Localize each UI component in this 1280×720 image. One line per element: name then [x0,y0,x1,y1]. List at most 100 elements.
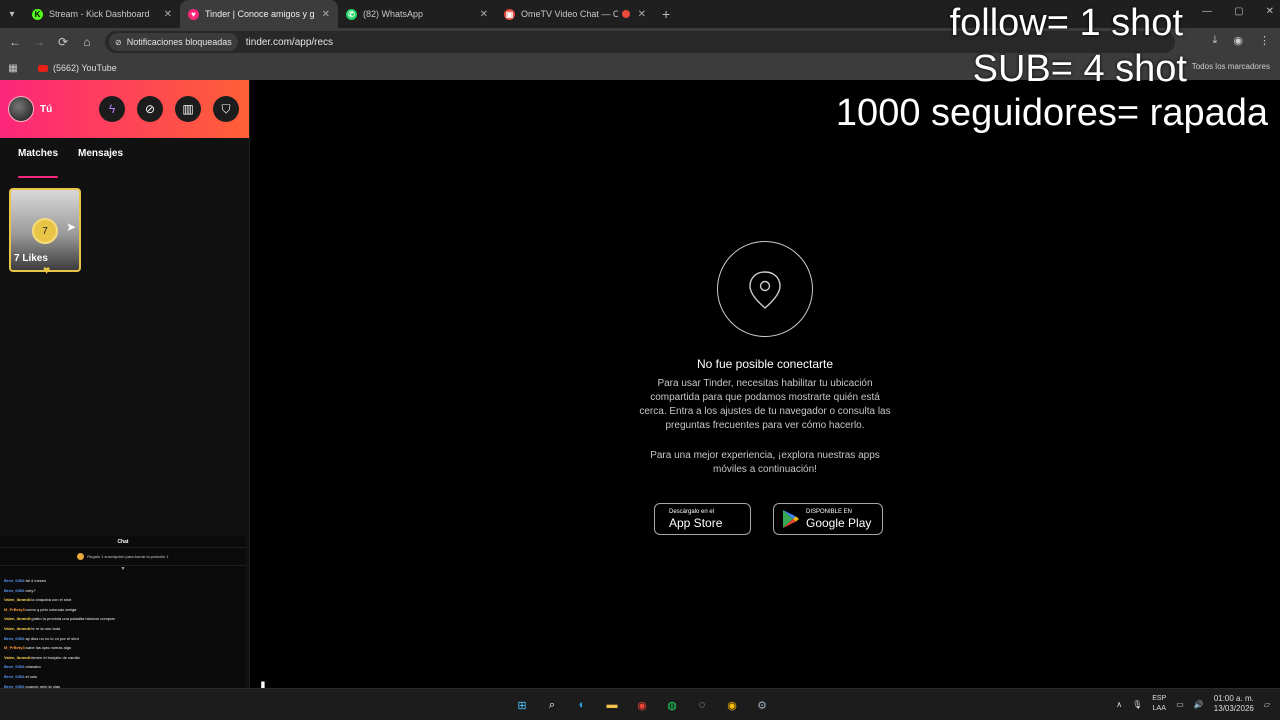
chat-username[interactable]: Bren_0302: [4,636,26,641]
search-icon[interactable]: ⌕ [542,695,562,715]
windows-taskbar: ⊞ ⌕ ◐ ▬ ◉ ◍ ◌ ◉ ⚙ ∧ 🎙 ESP LAA ▭ 🔊 01:00 … [0,688,1280,720]
home-icon[interactable]: ⌂ [75,35,99,49]
chat-username[interactable]: Bren_0302: [4,664,26,669]
tab-kick[interactable]: K Stream - Kick Dashboard ✕ [24,0,180,28]
url-text: tinder.com/app/recs [245,36,334,48]
chat-message: Bren_0302:el solo [4,672,246,682]
app-store-button[interactable]: Descárgalo en el App Store [654,503,751,535]
chat-message: Valen_lbrandi:te re la ooo toda [4,624,246,634]
close-icon[interactable]: ✕ [480,9,488,20]
chat-message: Bren_0302:ay dios no no lo vo por el sho… [4,634,246,644]
chrome-icon[interactable]: ◉ [632,695,652,715]
chat-username[interactable]: Bren_0302: [4,588,26,593]
tinder-flame-icon: ♥ [188,8,199,20]
back-icon[interactable]: ← [3,35,27,49]
reload-icon[interactable]: ⟳ [51,35,75,49]
chat-text: tienen el bonjalio de camila [31,654,80,660]
edge-icon[interactable]: ◐ [572,695,592,715]
menu-icon[interactable]: ⋮ [1259,34,1270,47]
chat-message: Bren_0302:ruby? [4,586,246,596]
error-description: Para usar Tinder, necesitas habilitar tu… [639,378,891,431]
shield-icon[interactable]: ⛉ [213,96,239,122]
bookmark-youtube[interactable]: (5662) YouTube [53,63,117,73]
close-icon[interactable]: ✕ [322,9,330,20]
briefcase-icon[interactable]: ▥ [175,96,201,122]
chat-username[interactable]: M_PrBety3: [4,645,26,650]
tab-label: Stream - Kick Dashboard [49,9,150,19]
gold-heart-icon: ♥ [43,263,51,277]
spotify-icon[interactable]: ◍ [662,695,682,715]
overlay-followers-text: 1000 seguidores= rapada [835,92,1268,134]
sidebar-tabs: Matches Mensajes [0,138,249,178]
notification-icon[interactable]: ▱ [1264,700,1270,709]
microphone-icon[interactable]: 🎙 [1132,700,1142,709]
chat-username[interactable]: M_PrBety3: [4,607,26,612]
chat-username[interactable]: Bren_0302: [4,578,26,583]
volume-icon[interactable]: 🔊 [1194,700,1204,709]
maximize-icon[interactable]: ▢ [1234,6,1243,17]
likes-you-card[interactable]: 7 ➤ 7 Likes ♥ [9,188,81,277]
profile-avatar[interactable]: ◉ [1233,34,1243,47]
site-info-chip[interactable]: ⊘ Notificaciones bloqueadas [109,33,238,51]
tab-matches[interactable]: Matches [18,148,59,178]
obs-icon[interactable]: ◌ [692,695,712,715]
location-blocked-icon: ⊘ [115,37,122,47]
chevron-down-icon[interactable]: ▼ [0,566,246,576]
close-icon[interactable]: ✕ [164,9,172,20]
forward-icon[interactable]: → [27,35,51,49]
file-explorer-icon[interactable]: ▬ [602,695,622,715]
chat-text: ruby? [25,587,36,593]
chat-text: la chapaba con el shot [31,597,72,603]
minimize-icon[interactable]: — [1202,6,1212,17]
settings-gear-icon[interactable]: ⚙ [752,695,772,715]
chat-username[interactable]: Valen_lbrandi: [4,616,31,621]
clock-time: 01:00 a. m. [1213,694,1254,703]
taskbar-apps: ⊞ ⌕ ◐ ▬ ◉ ◍ ◌ ◉ ⚙ [512,695,772,715]
language-indicator[interactable]: ESP LAA [1152,694,1166,714]
pinned-message: Regalo 1 suscripción para borrar la posi… [0,548,246,566]
close-icon[interactable]: ✕ [638,9,646,20]
new-tab-button[interactable]: + [662,6,670,22]
chat-username[interactable]: Valen_lbrandi: [4,626,31,631]
avatar[interactable] [8,96,34,122]
lang-bottom: LAA [1152,705,1166,712]
app-store-text: Descárgalo en el App Store [669,509,722,530]
apps-grid-icon[interactable]: ▦ [0,63,26,74]
pinned-text: Regalo 1 suscripción para borrar la posi… [87,554,169,559]
chat-text: chavabo [25,664,41,670]
google-play-icon [783,510,799,528]
tab-tinder[interactable]: ♥ Tinder | Conoce amigos y gente ✕ [180,0,338,28]
recording-icon [621,10,630,18]
tab-mensajes[interactable]: Mensajes [78,148,123,176]
gift-icon [77,553,85,560]
tab-ometv[interactable]: ▣ OmeTV Video Chat — Ome ✕ [496,0,654,28]
lang-top: ESP [1152,695,1167,702]
chevron-up-icon[interactable]: ∧ [1116,700,1122,709]
tab-label: Tinder | Conoce amigos y gente [205,9,314,19]
ometv-icon: ▣ [504,8,515,20]
tab-whatsapp[interactable]: ✆ (82) WhatsApp ✕ [338,0,496,28]
chat-text: tal 4 meses [25,578,47,583]
kick-icon: K [32,8,43,20]
tab-search-icon[interactable]: ▾ [0,0,24,28]
app-store-small: Descárgalo en el [669,508,715,515]
chat-text: ay dios no no lo vo por el shot [25,635,79,641]
my-profile-label[interactable]: Tú [40,104,52,115]
close-window-icon[interactable]: ✕ [1266,6,1274,17]
download-icon[interactable]: ⤓ [1213,34,1218,47]
chat-message: M_PrBety3:como q pelo colorado amiga [4,605,246,615]
chat-username[interactable]: Bren_0302: [4,674,26,679]
chat-text: el solo [25,673,38,679]
chat-text: grabo la proxima una patadita blancos co… [31,616,115,622]
boost-icon[interactable]: ϟ [99,96,125,122]
clock[interactable]: 01:00 a. m. 13/03/2026 [1214,694,1254,714]
window-controls: — ▢ ✕ [1202,6,1274,17]
google-play-button[interactable]: DISPONIBLE EN Google Play [773,503,883,535]
chat-username[interactable]: Valen_lbrandi: [4,655,31,660]
windows-start-icon[interactable]: ⊞ [512,695,532,715]
chat-username[interactable]: Valen_lbrandi: [4,597,31,602]
all-bookmarks-link[interactable]: Todos los marcadores [1192,62,1270,71]
network-icon[interactable]: ▭ [1176,700,1184,709]
chrome-profile-icon[interactable]: ◉ [722,695,742,715]
explore-compass-icon[interactable]: ⊘ [137,96,163,122]
